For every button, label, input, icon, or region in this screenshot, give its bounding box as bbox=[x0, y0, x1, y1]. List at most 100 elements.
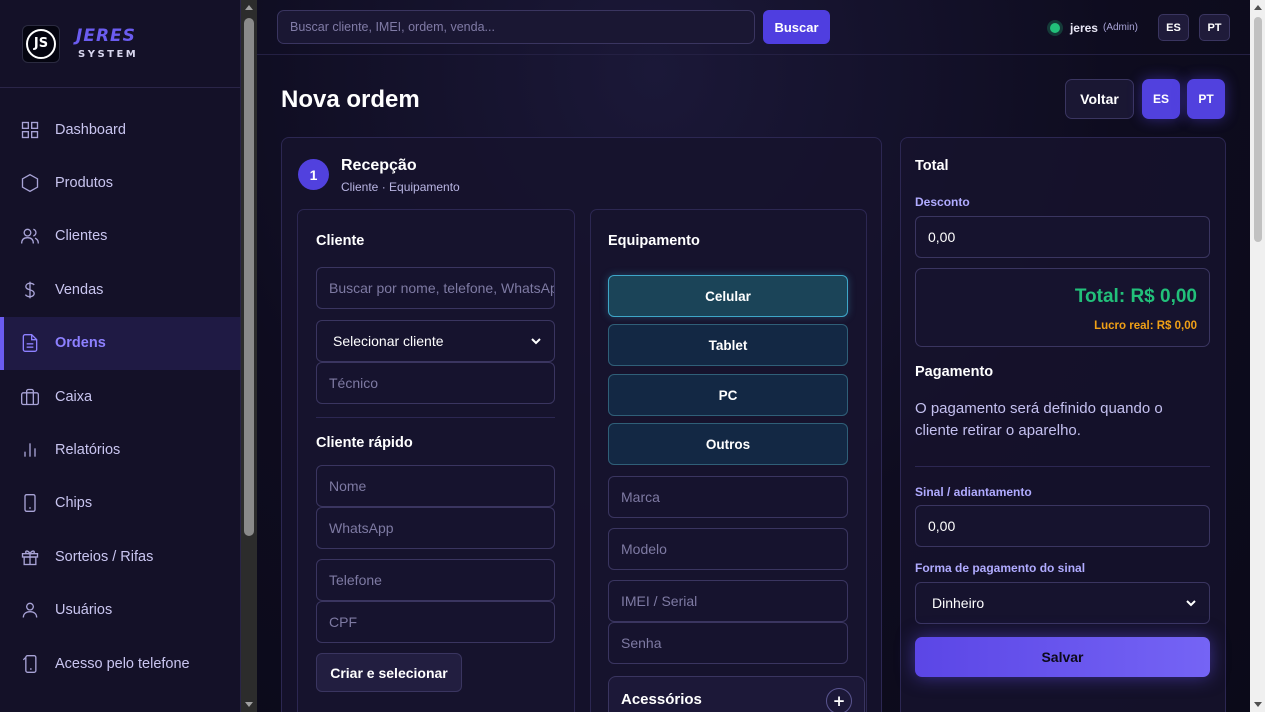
accessories-section[interactable]: Acessórios + bbox=[608, 676, 865, 712]
divider bbox=[915, 466, 1210, 467]
step-title: Recepção bbox=[341, 157, 417, 174]
lang-pt-button[interactable]: PT bbox=[1199, 14, 1230, 41]
sidebar-item-sorteios[interactable]: Sorteios / Rifas bbox=[0, 530, 240, 583]
sidebar-item-label: Relatórios bbox=[55, 442, 121, 459]
phone-icon bbox=[24, 494, 36, 513]
step-subtitle: Cliente · Equipamento bbox=[341, 180, 460, 194]
document-icon bbox=[22, 334, 38, 353]
device-tablet-button[interactable]: Tablet bbox=[608, 324, 848, 366]
imei-input[interactable]: IMEI / Serial bbox=[608, 580, 848, 622]
total-box: Total: R$ 0,00 Lucro real: R$ 0,00 bbox=[915, 268, 1210, 347]
step-number: 1 bbox=[298, 159, 329, 190]
equipment-card: Equipamento Celular Tablet PC Outros Mar… bbox=[590, 209, 867, 712]
client-select-value: Selecionar cliente bbox=[333, 333, 444, 349]
equipment-title: Equipamento bbox=[608, 233, 700, 249]
scroll-up-arrow-icon[interactable] bbox=[1253, 5, 1262, 10]
user-area: jeres (Admin) ES PT bbox=[1049, 14, 1230, 41]
device-outros-button[interactable]: Outros bbox=[608, 423, 848, 465]
client-title: Cliente bbox=[316, 233, 365, 249]
scroll-down-arrow-icon[interactable] bbox=[1253, 702, 1262, 707]
sidebar-item-ordens[interactable]: Ordens bbox=[0, 316, 240, 371]
brand-text: JERES SYSTEM bbox=[76, 27, 139, 60]
sidebar-item-vendas[interactable]: Vendas bbox=[0, 263, 240, 316]
search-button[interactable]: Buscar bbox=[763, 10, 830, 44]
payment-note: O pagamento será definido quando o clien… bbox=[915, 400, 1163, 439]
sidebar-item-label: Sorteios / Rifas bbox=[55, 548, 154, 565]
scroll-thumb[interactable] bbox=[244, 18, 254, 536]
chevron-down-icon bbox=[1186, 600, 1196, 607]
brand[interactable]: JS JERES SYSTEM bbox=[0, 0, 240, 88]
lang-pt-large-button[interactable]: PT bbox=[1187, 79, 1225, 119]
sidebar-scrollbar[interactable] bbox=[241, 0, 257, 712]
global-search-input[interactable]: Buscar cliente, IMEI, ordem, venda... bbox=[277, 10, 755, 44]
online-status-icon bbox=[1049, 22, 1060, 33]
sidebar-item-label: Caixa bbox=[55, 388, 93, 405]
back-button[interactable]: Voltar bbox=[1065, 79, 1134, 119]
sidebar-item-label: Vendas bbox=[55, 281, 104, 298]
page-title: Nova ordem bbox=[281, 86, 420, 113]
briefcase-icon bbox=[21, 388, 39, 405]
dollar-icon bbox=[24, 281, 35, 299]
app-window: JS JERES SYSTEM Dashboard Produtos Clien… bbox=[0, 0, 1265, 712]
phone-input[interactable]: Telefone bbox=[316, 559, 555, 601]
reception-panel: 1 Recepção Cliente · Equipamento Cliente… bbox=[281, 137, 882, 712]
payment-title: Pagamento bbox=[915, 364, 994, 380]
whatsapp-input[interactable]: WhatsApp bbox=[316, 507, 555, 549]
chevron-down-icon bbox=[531, 338, 541, 345]
client-search-input[interactable]: Buscar por nome, telefone, WhatsApp bbox=[316, 267, 555, 309]
gift-icon bbox=[21, 550, 39, 565]
bar-chart-icon bbox=[24, 443, 36, 457]
sidebar-nav: Dashboard Produtos Clientes Vendas Orden… bbox=[0, 88, 240, 690]
sidebar-item-relatorios[interactable]: Relatórios bbox=[0, 423, 240, 476]
brand-input[interactable]: Marca bbox=[608, 476, 848, 518]
user-icon bbox=[22, 602, 38, 618]
grid-icon bbox=[21, 121, 39, 138]
device-celular-button[interactable]: Celular bbox=[608, 275, 848, 317]
sidebar-item-clientes[interactable]: Clientes bbox=[0, 210, 240, 263]
sidebar-item-label: Acesso pelo telefone bbox=[55, 655, 190, 672]
sidebar-item-label: Chips bbox=[55, 495, 93, 512]
add-accessory-plus-icon[interactable]: + bbox=[826, 688, 852, 712]
sidebar-item-dashboard[interactable]: Dashboard bbox=[0, 103, 240, 156]
sidebar-item-produtos[interactable]: Produtos bbox=[0, 156, 240, 209]
user-name: jeres bbox=[1069, 20, 1098, 35]
technician-input[interactable]: Técnico bbox=[316, 362, 555, 404]
logo-mark: JS bbox=[26, 28, 56, 59]
discount-input[interactable]: 0,00 bbox=[915, 216, 1210, 258]
deposit-method-label: Forma de pagamento do sinal bbox=[915, 561, 1086, 575]
brand-subtitle: SYSTEM bbox=[78, 48, 139, 60]
password-input[interactable]: Senha bbox=[608, 622, 848, 664]
divider bbox=[316, 417, 555, 418]
deposit-method-select[interactable]: Dinheiro bbox=[915, 582, 1210, 624]
create-and-select-button[interactable]: Criar e selecionar bbox=[316, 653, 462, 692]
device-pc-button[interactable]: PC bbox=[608, 374, 848, 416]
discount-label: Desconto bbox=[915, 195, 970, 209]
logo: JS bbox=[22, 24, 60, 63]
save-button[interactable]: Salvar bbox=[915, 637, 1210, 677]
accessories-title: Acessórios bbox=[621, 691, 702, 708]
lang-es-large-button[interactable]: ES bbox=[1142, 79, 1180, 119]
sidebar-item-chips[interactable]: Chips bbox=[0, 477, 240, 530]
page-scrollbar[interactable] bbox=[1250, 0, 1265, 712]
sidebar-item-label: Clientes bbox=[55, 228, 108, 245]
phone-access-icon bbox=[22, 654, 37, 673]
sidebar-item-label: Ordens bbox=[55, 335, 106, 352]
name-input[interactable]: Nome bbox=[316, 465, 555, 507]
model-input[interactable]: Modelo bbox=[608, 528, 848, 570]
deposit-label: Sinal / adiantamento bbox=[915, 485, 1032, 499]
total-amount: Total: R$ 0,00 bbox=[1074, 286, 1197, 307]
sidebar-item-acesso-telefone[interactable]: Acesso pelo telefone bbox=[0, 637, 240, 690]
sidebar-item-usuarios[interactable]: Usuários bbox=[0, 584, 240, 637]
main-content: Buscar cliente, IMEI, ordem, venda... Bu… bbox=[257, 0, 1250, 712]
scroll-thumb[interactable] bbox=[1254, 17, 1262, 242]
summary-title: Total bbox=[915, 158, 949, 174]
users-icon bbox=[21, 229, 39, 245]
cpf-input[interactable]: CPF bbox=[316, 601, 555, 643]
topbar: Buscar cliente, IMEI, ordem, venda... Bu… bbox=[257, 0, 1250, 55]
deposit-input[interactable]: 0,00 bbox=[915, 505, 1210, 547]
lang-es-button[interactable]: ES bbox=[1158, 14, 1189, 41]
client-select[interactable]: Selecionar cliente bbox=[316, 320, 555, 362]
scroll-up-arrow-icon[interactable] bbox=[245, 5, 253, 10]
scroll-down-arrow-icon[interactable] bbox=[245, 702, 253, 707]
sidebar-item-caixa[interactable]: Caixa bbox=[0, 370, 240, 423]
